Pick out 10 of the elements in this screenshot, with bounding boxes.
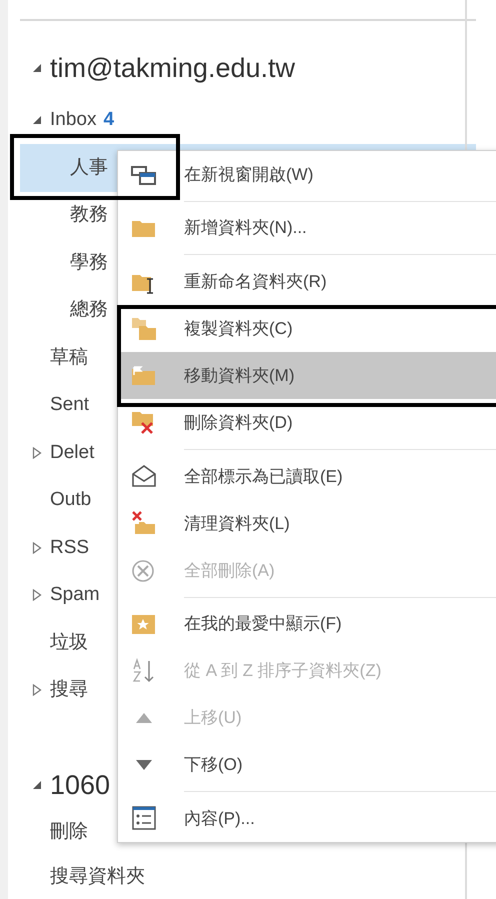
unread-count: 4: [103, 108, 114, 132]
folder-name: 搜尋資料夾: [50, 864, 145, 889]
folder-name: Delet: [50, 440, 94, 464]
folder-name: 1060: [50, 768, 110, 802]
folder-name: 搜尋: [50, 678, 88, 702]
folder-name: tim@takming.edu.tw: [50, 52, 295, 85]
folder-name: Inbox: [50, 108, 96, 132]
folder-name: 人事: [70, 156, 108, 180]
folder-name: Spam: [50, 583, 100, 607]
folder-name: RSS: [50, 536, 90, 560]
